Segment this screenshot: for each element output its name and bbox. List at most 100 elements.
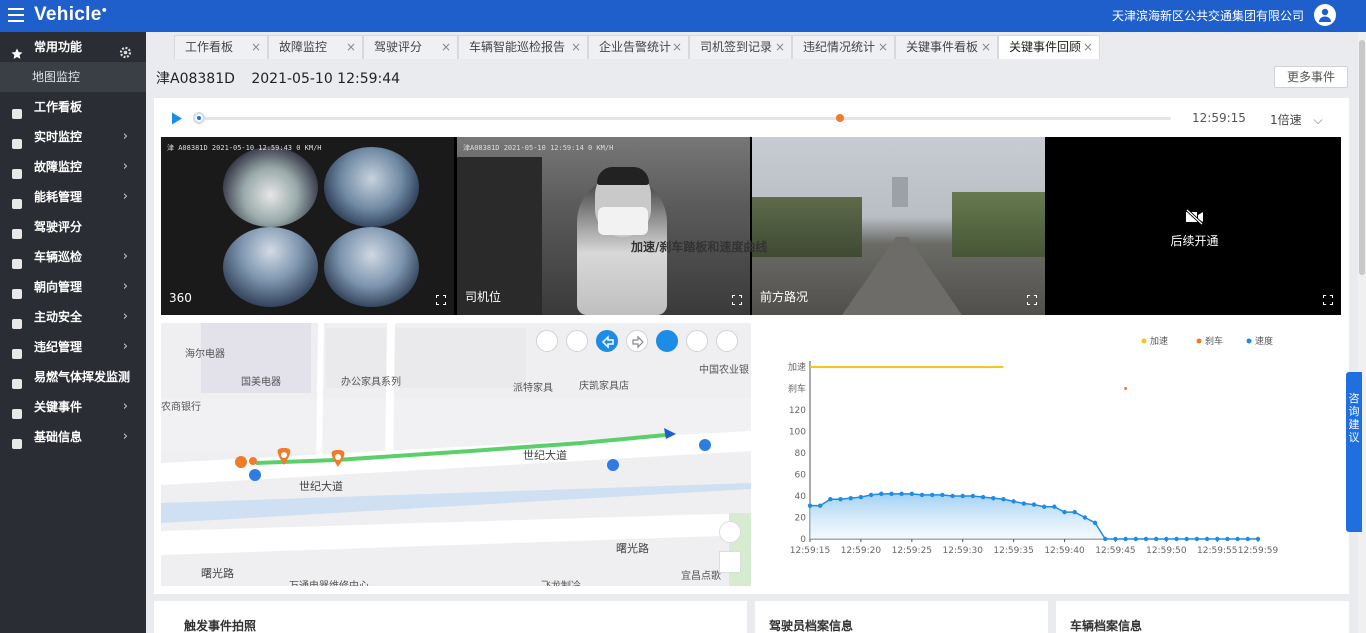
fullscreen-icon[interactable]	[1027, 295, 1037, 305]
event-replay-panel: 12:59:15 1倍速 ⌵ 津 A08381D 2021-05-10 12:5…	[154, 98, 1349, 594]
tab[interactable]: 驾驶评分 ×	[363, 35, 458, 59]
sidebar-item-label: 故障监控	[34, 160, 83, 174]
x-tick-label: 12:59:35	[993, 546, 1033, 556]
sidebar-item[interactable]: 车辆巡检 ›	[0, 242, 146, 272]
sidebar-item-label: 实时监控	[34, 130, 83, 144]
sidebar-item[interactable]: 驾驶评分	[0, 212, 146, 242]
speed-point	[940, 492, 945, 498]
event-marker[interactable]	[836, 114, 844, 122]
tab-label: 驾驶评分	[374, 40, 423, 54]
card-event-photos: 触发事件拍照	[154, 601, 747, 633]
sidebar-item[interactable]: 关键事件 ›	[0, 392, 146, 422]
sidebar: 常用功能 地图监控 工作看板 实时监控 › 故障监控 › 能耗管理 › 驾驶评分 车辆巡检 › 朝向管理…	[0, 32, 146, 633]
close-icon[interactable]: ×	[571, 36, 581, 58]
legend-marker	[1141, 338, 1147, 344]
tab[interactable]: 关键事件看板 ×	[895, 35, 998, 59]
menu-toggle-icon[interactable]	[8, 8, 24, 22]
sidebar-item-label: 关键事件	[34, 400, 83, 414]
tab-bar: 工作看板 × 故障监控 × 驾驶评分 × 车辆智能巡检报告 × 企业告警统计 × 司机签到记录 × 违纪…	[146, 32, 1366, 59]
close-icon[interactable]: ×	[878, 36, 888, 58]
high-beam-icon[interactable]	[536, 330, 558, 352]
playback-knob[interactable]	[193, 112, 205, 124]
tab[interactable]: 车辆智能巡检报告 ×	[458, 35, 588, 59]
fullscreen-icon[interactable]	[436, 295, 446, 305]
speed-point	[950, 493, 955, 499]
close-icon[interactable]: ×	[775, 36, 785, 58]
map-road: 世纪大道	[299, 480, 343, 493]
close-icon[interactable]: ×	[981, 36, 991, 58]
fullscreen-icon[interactable]	[1323, 295, 1333, 305]
speed-point	[1133, 536, 1139, 542]
speedometer-icon[interactable]	[656, 330, 678, 352]
card-title: 触发事件拍照	[184, 619, 257, 633]
playback-time: 12:59:15	[1192, 111, 1246, 125]
map-fullscreen-icon[interactable]	[719, 551, 741, 573]
video-cell-360[interactable]: 津 A08381D 2021-05-10 12:59:43 0 KM/H 360	[161, 137, 454, 315]
speed-point	[1113, 536, 1118, 542]
play-icon[interactable]	[171, 112, 183, 125]
user-avatar[interactable]	[1314, 4, 1336, 26]
tab[interactable]: 违纪情况统计 ×	[792, 35, 895, 59]
locate-icon[interactable]	[719, 521, 741, 543]
sidebar-item[interactable]: 能耗管理 ›	[0, 182, 146, 212]
close-icon[interactable]: ×	[251, 36, 261, 58]
video-cell-driver[interactable]: 津A08381D 2021-05-10 12:59:14 0 KM/H 司机位	[457, 137, 750, 315]
tab[interactable]: 故障监控 ×	[268, 35, 363, 59]
map-poi: 派特家具	[513, 383, 553, 394]
playback-speed-select[interactable]: 1倍速 ⌵	[1270, 111, 1323, 128]
speed-point	[1235, 536, 1240, 542]
close-icon[interactable]: ×	[346, 36, 356, 58]
more-events-button[interactable]: 更多事件	[1274, 66, 1348, 88]
feedback-float-panel[interactable]: 咨询建议	[1346, 372, 1362, 532]
x-tick-label: 12:59:59	[1238, 546, 1279, 556]
route-map[interactable]: 海尔电器 国美电器 办公家具系列 派特家具 庆凯家具店 中国农业银 农商银行 世…	[161, 323, 751, 586]
gear-icon[interactable]	[119, 40, 132, 70]
monitor-icon	[11, 131, 23, 149]
sidebar-item[interactable]: 基础信息 ›	[0, 422, 146, 452]
sidebar-item[interactable]: 易燃气体挥发监测	[0, 362, 146, 392]
sidebar-item-label: 基础信息	[34, 430, 83, 444]
tab[interactable]: 司机签到记录 ×	[689, 35, 792, 59]
close-icon[interactable]: ×	[1083, 36, 1093, 58]
sidebar-item[interactable]: 工作看板	[0, 92, 146, 122]
close-icon[interactable]: ×	[441, 36, 451, 58]
speed-point	[1072, 509, 1077, 515]
sidebar-item-label: 工作看板	[34, 100, 83, 114]
legend-label: 加速	[1150, 336, 1168, 347]
speed-point	[1215, 536, 1220, 542]
tab-label: 故障监控	[279, 40, 328, 54]
speed-point	[909, 491, 915, 497]
sidebar-item[interactable]: 实时监控 ›	[0, 122, 146, 152]
chevron-right-icon: ›	[122, 309, 128, 324]
fullscreen-icon[interactable]	[732, 295, 742, 305]
sidebar-item[interactable]: 常用功能	[0, 32, 146, 62]
horn-icon[interactable]	[716, 330, 738, 352]
tab[interactable]: 关键事件回顾 ×	[998, 35, 1100, 59]
speed-point	[1194, 536, 1200, 542]
sidebar-item[interactable]: 故障监控 ›	[0, 152, 146, 182]
tab[interactable]: 工作看板 ×	[174, 35, 268, 59]
left-turn-icon[interactable]	[596, 330, 618, 352]
tab[interactable]: 企业告警统计 ×	[588, 35, 689, 59]
app-logo[interactable]: Vehicle●	[34, 4, 107, 26]
low-beam-icon[interactable]	[566, 330, 588, 352]
y-tick-label: 20	[795, 514, 807, 524]
speed-point	[991, 495, 996, 501]
right-turn-icon[interactable]	[626, 330, 648, 352]
playback-track[interactable]	[194, 117, 1171, 120]
sidebar-item[interactable]: 主动安全 ›	[0, 302, 146, 332]
map-poi: 农商银行	[161, 402, 201, 413]
sidebar-item[interactable]: 违纪管理 ›	[0, 332, 146, 362]
chevron-right-icon: ›	[122, 129, 128, 144]
video-cell-front-road[interactable]: 前方路况	[752, 137, 1045, 315]
tab-label: 工作看板	[185, 40, 234, 54]
speed-point	[1052, 504, 1057, 509]
sidebar-item[interactable]: 朝向管理 ›	[0, 272, 146, 302]
scrollbar-thumb[interactable]	[1359, 40, 1365, 275]
close-icon[interactable]: ×	[672, 36, 682, 58]
speed-point	[1103, 536, 1108, 542]
energy-icon	[11, 191, 23, 209]
brake-point	[1124, 387, 1128, 390]
brake-icon[interactable]	[686, 330, 708, 352]
speed-point	[1255, 536, 1261, 542]
